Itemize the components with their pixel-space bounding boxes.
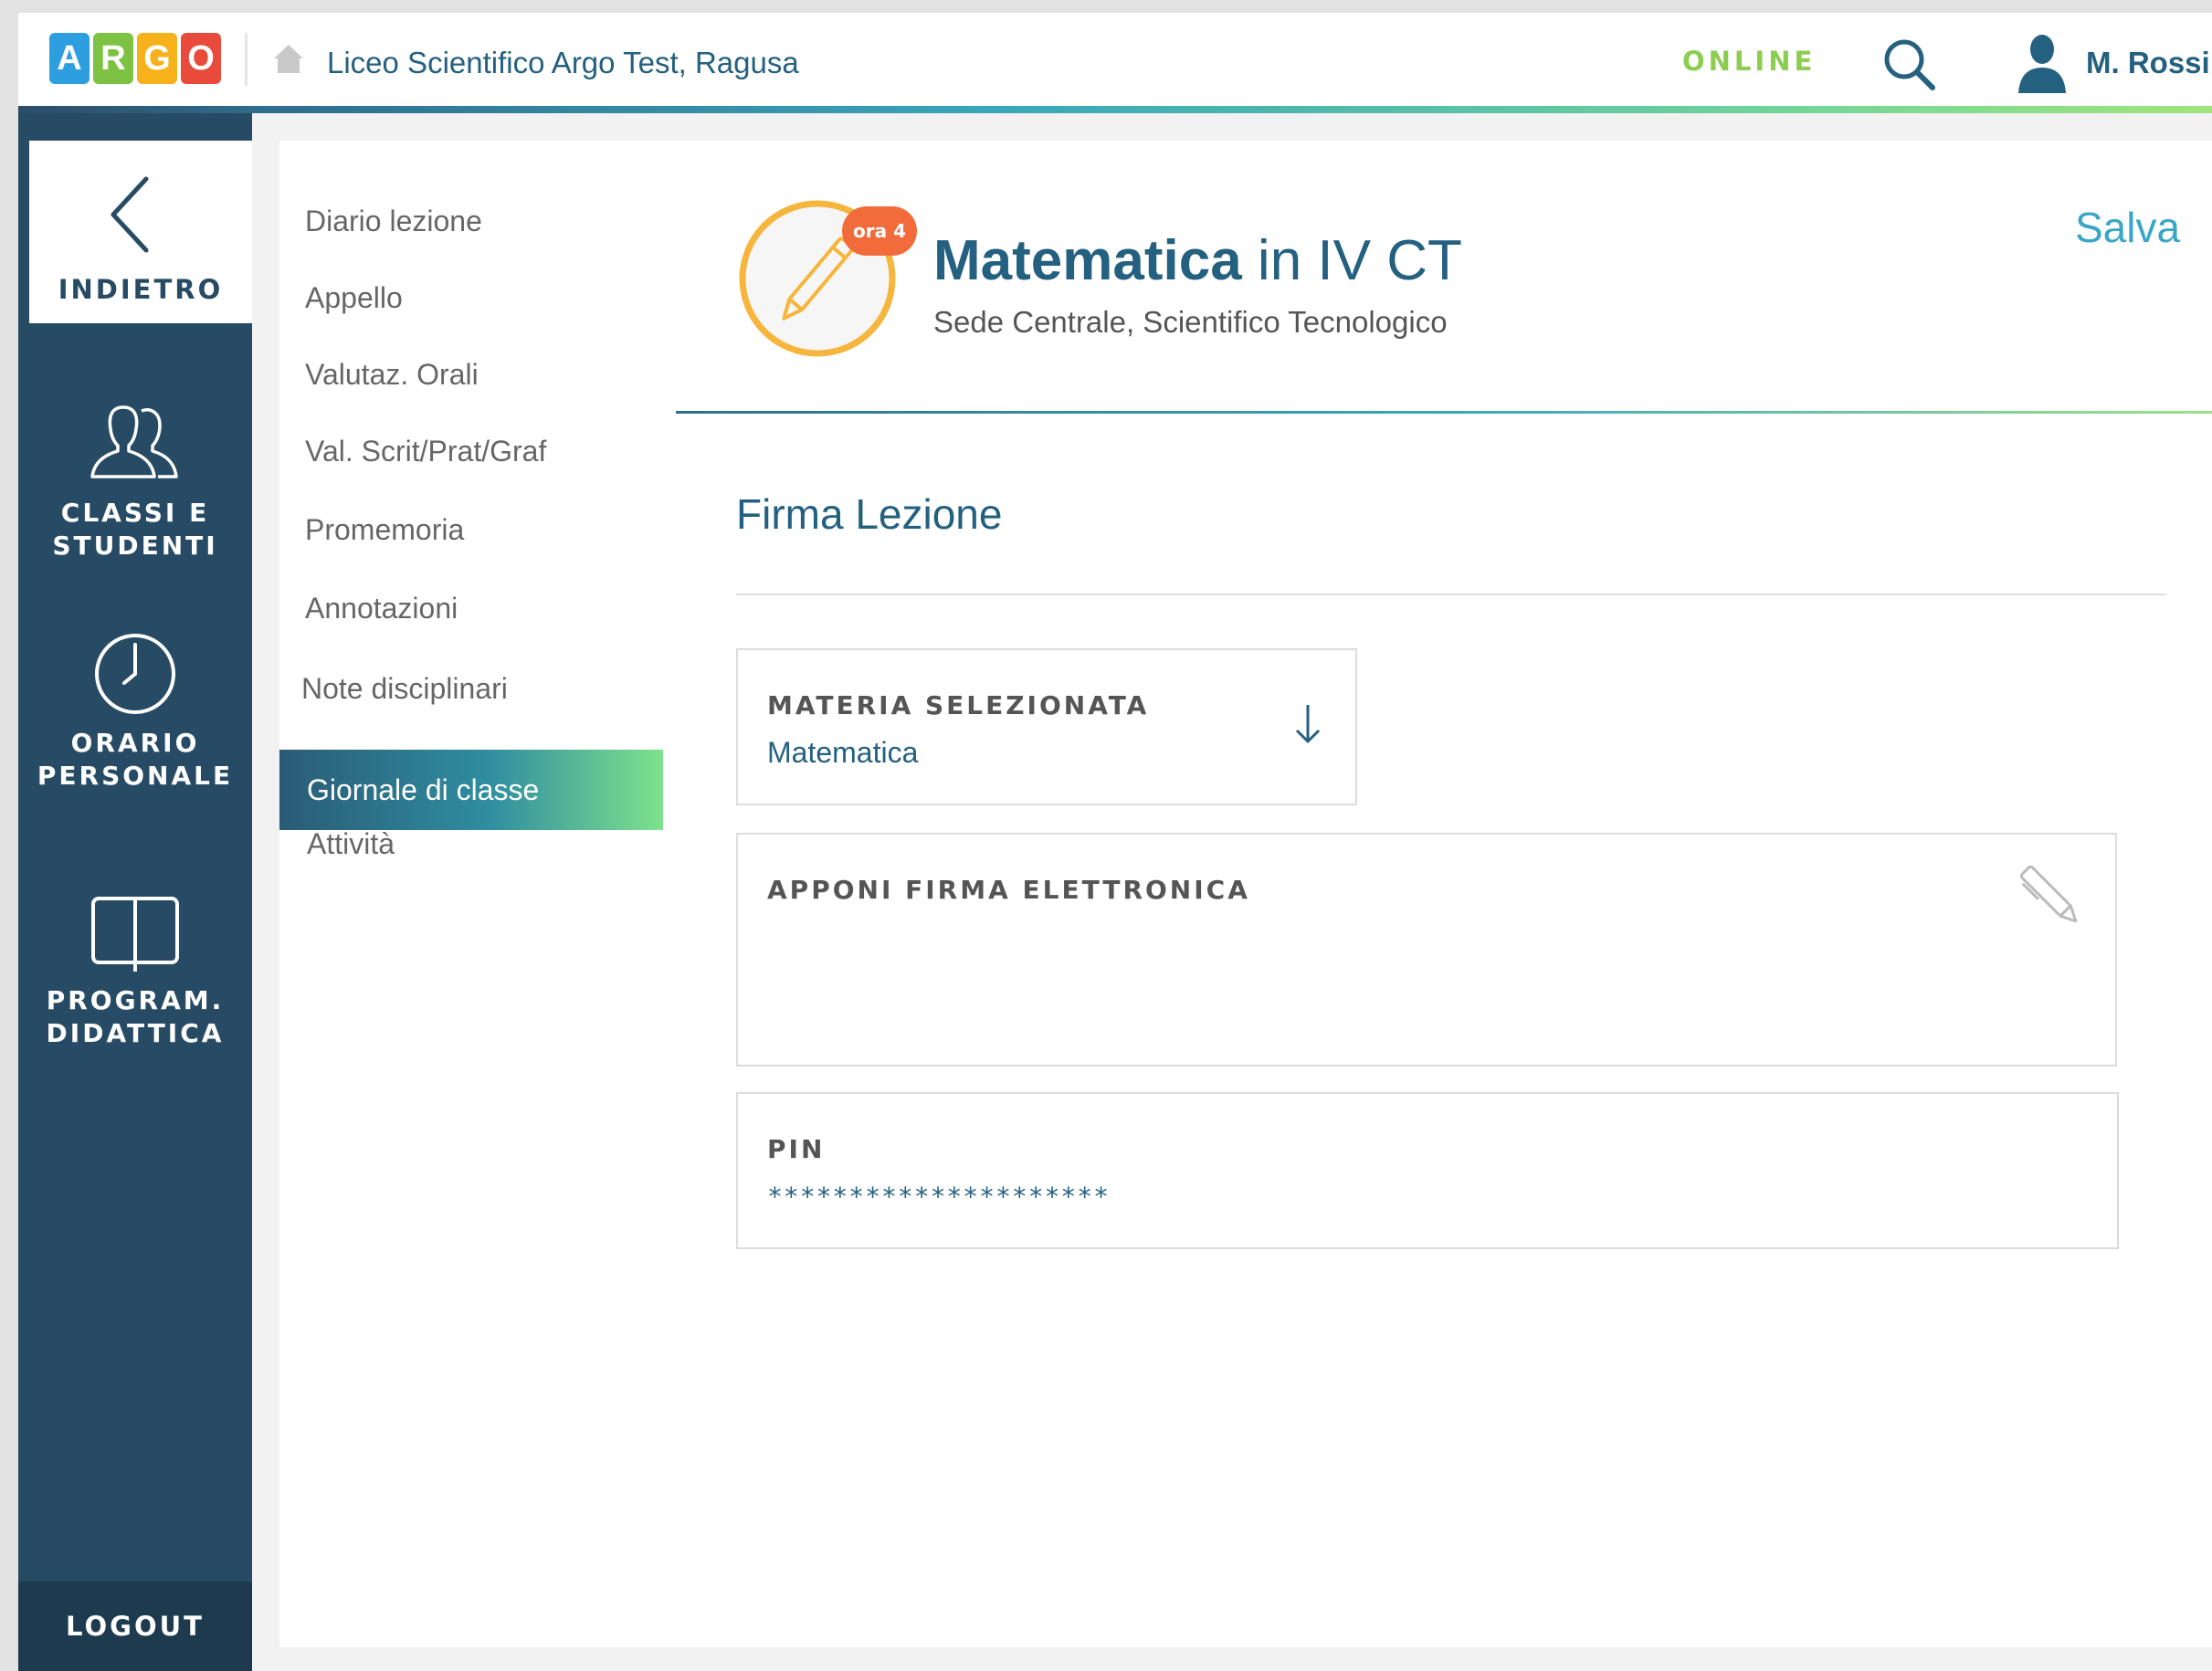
title-class: in IV CT <box>1241 229 1462 292</box>
clock-icon <box>95 634 175 714</box>
pen-icon[interactable] <box>2013 858 2090 935</box>
nav-orario-personale[interactable]: ORARIO PERSONALE <box>18 630 252 793</box>
submenu-diario-lezione[interactable]: Diario lezione <box>305 205 482 238</box>
nav-label-program: PROGRAM. DIDATTICA <box>18 984 252 1050</box>
online-status: ONLINE <box>1682 46 1817 77</box>
logo-letter-a: A <box>49 33 90 84</box>
students-icon <box>90 405 178 478</box>
submenu-giornale-di-classe[interactable]: Giornale di classe <box>279 750 663 830</box>
back-button[interactable]: INDIETRO <box>29 141 252 323</box>
submenu-annotazioni[interactable]: Annotazioni <box>305 592 458 625</box>
pin-label: PIN <box>767 1134 826 1164</box>
save-button[interactable]: Salva <box>2075 203 2180 252</box>
materia-label: MATERIA SELEZIONATA <box>767 690 1150 720</box>
materia-select[interactable]: MATERIA SELEZIONATA Matematica <box>736 648 1357 805</box>
header-divider-line <box>676 411 2212 414</box>
section-title: Firma Lezione <box>736 490 1003 538</box>
nav-classi-studenti[interactable]: CLASSI E STUDENTI <box>18 400 252 562</box>
argo-logo[interactable]: A R G O <box>49 33 221 84</box>
header-gradient-line <box>18 106 2212 113</box>
home-icon[interactable] <box>270 40 307 77</box>
user-name[interactable]: M. Rossi <box>2086 46 2210 80</box>
lesson-hour-badge: ora 4 <box>842 206 917 256</box>
nav-label-orario: ORARIO PERSONALE <box>18 727 252 793</box>
top-bar: A R G O Liceo Scientifico Argo Test, Rag… <box>18 13 2212 106</box>
nav-program-didattica[interactable]: PROGRAM. DIDATTICA <box>18 893 252 1050</box>
submenu-val-scritte[interactable]: Val. Scrit/Prat/Graf <box>305 435 546 468</box>
back-label: INDIETRO <box>58 274 224 305</box>
title-subject: Matematica <box>933 229 1242 292</box>
nav-label-classi-line2: STUDENTI <box>52 531 218 561</box>
pin-field[interactable]: PIN ********************* <box>736 1092 2119 1249</box>
logout-button[interactable]: LOGOUT <box>18 1582 252 1671</box>
book-icon <box>91 897 179 972</box>
lesson-card: ora 4 Matematica in IV CT Sede Centrale,… <box>663 141 2212 1647</box>
logo-letter-o: O <box>181 33 221 84</box>
submenu-note-disciplinari[interactable]: Note disciplinari <box>301 672 508 706</box>
nav-label-orario-line2: PERSONALE <box>37 761 234 791</box>
nav-label-program-line1: PROGRAM. <box>46 985 225 1015</box>
nav-label-program-line2: DIDATTICA <box>46 1018 225 1048</box>
left-nav: INDIETRO CLASSI E STUDENTI ORARIO PERSON… <box>18 113 252 1671</box>
submenu-attivita[interactable]: Attività <box>307 827 395 861</box>
main-panel: ora 4 Matematica in IV CT Sede Centrale,… <box>663 113 2212 1671</box>
chevron-left-icon <box>111 176 149 253</box>
submenu-active-label: Giornale di classe <box>307 773 540 806</box>
school-name[interactable]: Liceo Scientifico Argo Test, Ragusa <box>327 46 799 80</box>
firma-label: APPONI FIRMA ELETTRONICA <box>767 875 1250 905</box>
nav-label-classi: CLASSI E STUDENTI <box>18 497 252 562</box>
logo-letter-g: G <box>137 33 177 84</box>
materia-value: Matematica <box>767 736 919 769</box>
search-icon[interactable] <box>1880 35 1938 93</box>
firma-elettronica-field[interactable]: APPONI FIRMA ELETTRONICA <box>736 833 2117 1067</box>
submenu-appello[interactable]: Appello <box>305 281 403 315</box>
arrow-down-icon <box>1295 705 1321 743</box>
section-divider <box>736 594 2166 595</box>
header-divider <box>245 33 248 86</box>
page-title: Matematica in IV CT <box>933 228 1462 293</box>
logo-letter-r: R <box>93 33 133 84</box>
user-icon[interactable] <box>2015 31 2070 93</box>
app-window: A R G O Liceo Scientifico Argo Test, Rag… <box>18 13 2212 1671</box>
page-subtitle: Sede Centrale, Scientifico Tecnologico <box>933 305 1448 339</box>
nav-label-classi-line1: CLASSI E <box>60 498 210 528</box>
submenu-list: Diario lezione Appello Valutaz. Orali Va… <box>279 141 663 1647</box>
submenu-panel: Diario lezione Appello Valutaz. Orali Va… <box>252 113 663 1671</box>
submenu-promemoria[interactable]: Promemoria <box>305 513 464 547</box>
submenu-valutaz-orali[interactable]: Valutaz. Orali <box>305 358 479 392</box>
nav-label-orario-line1: ORARIO <box>70 728 200 758</box>
pin-value: ********************* <box>767 1182 1111 1212</box>
